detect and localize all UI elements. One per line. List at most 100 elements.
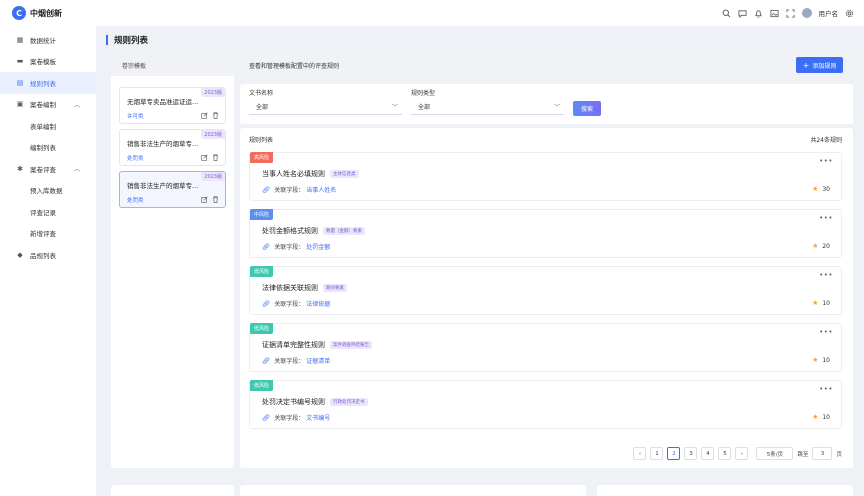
logo-text: 中烟创新: [30, 8, 62, 18]
rule-name: 处罚金额格式规则 数量（金额）要素: [262, 226, 365, 236]
rule-card[interactable]: 低风险 ••• 处罚决定书编号规则 行政处罚决定书 🔗︎ 关联字段： 文书编号 ★…: [249, 380, 842, 429]
page-button[interactable]: 3: [684, 447, 698, 460]
edit-icon[interactable]: [200, 111, 208, 119]
chat-icon[interactable]: [737, 9, 747, 18]
link-icon: 🔗︎: [262, 413, 271, 422]
sidebar-item-label: 案卷模板: [30, 58, 56, 67]
page-button-current[interactable]: 2: [667, 447, 681, 460]
template-panel: 卷宗模板 2023版 无烟草专卖品准运证运... 许可类 2023版 销售非法生…: [111, 54, 234, 468]
prev-page-button[interactable]: ‹: [633, 447, 647, 460]
rule-card[interactable]: 中风险 ••• 处罚金额格式规则 数量（金额）要素 🔗︎ 关联字段： 处罚金额 ★…: [249, 209, 842, 258]
template-type: 许可类: [127, 114, 144, 120]
risk-badge: 低风险: [250, 380, 274, 391]
edit-icon[interactable]: [200, 195, 208, 203]
next-page-button[interactable]: ›: [735, 447, 749, 460]
gear-icon[interactable]: [845, 9, 854, 18]
image-icon[interactable]: [769, 9, 779, 18]
field-value[interactable]: 处罚金额: [306, 242, 330, 251]
bell-icon[interactable]: [754, 9, 763, 18]
page-button[interactable]: 5: [718, 447, 732, 460]
title-accent-bar: [106, 35, 108, 45]
link-icon: 🔗︎: [262, 242, 271, 251]
field-label: 关联字段：: [274, 187, 305, 194]
rule-count: 共24条规则: [810, 137, 842, 144]
more-icon[interactable]: •••: [819, 214, 833, 222]
score-value: 20: [822, 242, 830, 250]
page-button[interactable]: 4: [701, 447, 715, 460]
star-icon: ★: [812, 356, 819, 364]
template-card[interactable]: 2023版 销售非法生产的烟草专... 处罚类: [119, 129, 226, 166]
sidebar-item-form-compile[interactable]: 表单编制: [0, 115, 96, 137]
trash-icon[interactable]: [211, 153, 219, 161]
sidebar-item-new-review[interactable]: 新增评查: [0, 223, 96, 245]
template-title: 销售非法生产的烟草专...: [127, 140, 199, 148]
more-icon[interactable]: •••: [819, 157, 833, 165]
more-icon[interactable]: •••: [819, 385, 833, 393]
rule-category-badge: 案件调查终结报告: [330, 341, 372, 349]
field-value[interactable]: 文书编号: [306, 413, 330, 422]
doc-name-select[interactable]: 全部 ﹀: [249, 100, 402, 115]
fullscreen-icon[interactable]: [785, 8, 795, 18]
sidebar-item-pre-storage[interactable]: 预入库数据: [0, 180, 96, 202]
rule-type-value: 全部: [418, 104, 431, 111]
template-card-active[interactable]: 2023版 销售非法生产的烟草专... 处罚类: [119, 171, 226, 208]
template-type: 处罚类: [127, 198, 144, 204]
sidebar-item-rules[interactable]: ▤ 规则列表: [0, 72, 96, 94]
rule-card[interactable]: 低风险 ••• 法律依据关联规则 期间要素 🔗︎ 关联字段： 法律依据 ★ 10: [249, 266, 842, 315]
field-label: 关联字段：: [274, 358, 305, 365]
page-button[interactable]: 1: [650, 447, 664, 460]
page-size-select[interactable]: 5条/页: [756, 447, 794, 460]
sidebar-item-label: 案卷编制: [30, 101, 56, 110]
field-value[interactable]: 当事人姓名: [306, 185, 336, 194]
edit-icon[interactable]: [200, 153, 208, 161]
rule-list-title: 规则列表: [249, 137, 274, 144]
sidebar-item-review-records[interactable]: 评查记录: [0, 201, 96, 223]
template-card[interactable]: 2023版 无烟草专卖品准运证运... 许可类: [119, 87, 226, 124]
more-icon[interactable]: •••: [819, 328, 833, 336]
sidebar-group-review[interactable]: ✱ 案卷评查 ︿: [0, 158, 96, 180]
field-label: 关联字段：: [274, 301, 305, 308]
field-value[interactable]: 证据清单: [306, 356, 330, 365]
template-panel-header: 卷宗模板: [111, 54, 234, 76]
username[interactable]: 用户名: [819, 8, 839, 18]
edit-icon: ▣: [16, 100, 24, 109]
link-icon: 🔗︎: [262, 185, 271, 194]
rule-category-badge: 行政处罚决定书: [330, 398, 368, 406]
link-icon: 🔗︎: [262, 299, 271, 308]
doc-name-value: 全部: [256, 104, 269, 111]
trash-icon[interactable]: [211, 111, 219, 119]
sidebar-item-label: 新增评查: [30, 230, 56, 239]
chevron-down-icon: ﹀: [391, 104, 398, 111]
add-rule-label: 添加规则: [812, 62, 837, 70]
sidebar-item-label: 编制列表: [30, 144, 56, 153]
rule-field: 🔗︎ 关联字段： 当事人姓名: [262, 185, 336, 195]
logo[interactable]: C 中烟创新: [12, 6, 62, 20]
add-rule-button[interactable]: + 添加规则: [796, 57, 843, 73]
search-button[interactable]: 搜索: [573, 101, 601, 116]
rule-category-badge: 主体信息类: [330, 170, 359, 178]
rule-card[interactable]: 高风险 ••• 当事人姓名必填规则 主体信息类 🔗︎ 关联字段： 当事人姓名 ★ …: [249, 152, 842, 201]
rule-score: ★ 30: [812, 185, 830, 193]
jump-input[interactable]: 3: [812, 447, 833, 460]
sidebar-group-compile[interactable]: ▣ 案卷编制 ︿: [0, 94, 96, 116]
rule-score: ★ 10: [812, 356, 830, 364]
field-value[interactable]: 法律依据: [306, 299, 330, 308]
logo-icon: C: [12, 6, 26, 20]
rule-card[interactable]: 低风险 ••• 证据清单完整性规则 案件调查终结报告 🔗︎ 关联字段： 证据清单 …: [249, 323, 842, 372]
chevron-up-icon: ︿: [73, 101, 80, 109]
sidebar-item-compile-list[interactable]: 编制列表: [0, 137, 96, 159]
rule-type-label: 规则类型: [411, 90, 436, 97]
search-icon[interactable]: [722, 9, 731, 18]
rule-score: ★ 10: [812, 413, 830, 421]
trash-icon[interactable]: [211, 195, 219, 203]
sidebar-item-label: 规则列表: [30, 79, 56, 88]
sidebar-item-templates[interactable]: ▬ 案卷模板: [0, 51, 96, 73]
rule-type-select[interactable]: 全部 ﹀: [411, 100, 564, 115]
avatar[interactable]: [801, 8, 812, 18]
more-icon[interactable]: •••: [819, 271, 833, 279]
sidebar-item-brand-list[interactable]: ◆ 品规列表: [0, 244, 96, 266]
rules-header-text: 查看和管理模板配置中的评查规则: [249, 63, 340, 70]
sidebar-item-dashboard[interactable]: ▦ 数据统计: [0, 29, 96, 51]
star-icon: ★: [812, 242, 819, 250]
field-label: 关联字段：: [274, 415, 305, 422]
